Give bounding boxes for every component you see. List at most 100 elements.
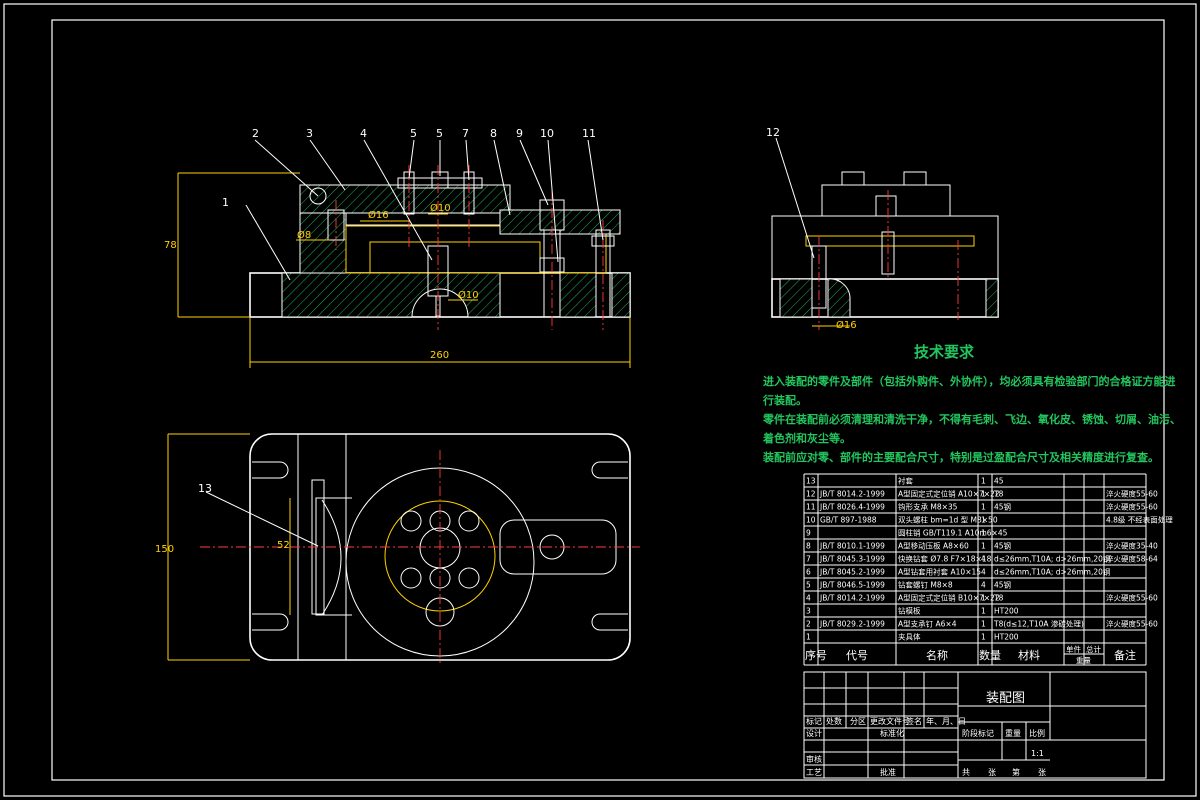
bom-row-name: 钩形支承 M8×35: [898, 502, 958, 512]
bom-header-weight: 重量: [1076, 656, 1092, 665]
bom-row-no: 3: [806, 607, 811, 616]
tb-sheet-of: 张: [988, 768, 996, 777]
bom-row-note: 淬火硬度55-60: [1106, 593, 1158, 603]
bom-row-qty: 1: [981, 633, 986, 642]
bom-row-no: 12: [806, 490, 816, 499]
tb-page: 第: [1012, 767, 1020, 777]
bom-row-note: 淬火硬度55-60: [1106, 502, 1158, 512]
tb-page-of: 张: [1038, 768, 1046, 777]
bom-row-name: A型支承钉 A6×4: [898, 619, 957, 629]
bom-row-name: 夹具体: [898, 632, 921, 642]
balloon-4: 4: [360, 127, 367, 140]
bom-row-material: HT200: [994, 607, 1019, 616]
balloon-8: 8: [490, 127, 497, 140]
tech-line-2: 行装配。: [762, 393, 807, 407]
bom-row-no: 5: [806, 581, 811, 590]
bom-header-note: 备注: [1114, 648, 1136, 662]
inner-frame: [51, 19, 1165, 781]
bom-row-code: JB/T 8045.3-1999: [819, 555, 885, 564]
bom-row-code: JB/T 8045.2-1999: [819, 568, 885, 577]
tb-drawing-name: 装配图: [986, 691, 1025, 706]
bom-row-material: d≤26mm,T10A; d>26mm,20钢: [994, 567, 1110, 577]
bom-header-name: 名称: [926, 648, 948, 662]
bom-row-note: 淬火硬度55-60: [1106, 489, 1158, 499]
balloon-3: 3: [306, 127, 313, 140]
bom-row-qty: 4: [981, 555, 986, 564]
dim-side-d: Ø16: [836, 319, 857, 331]
bom-row-material: 45钢: [994, 541, 1011, 551]
bom-row-no: 8: [806, 542, 811, 551]
dim-front-d2: Ø10: [430, 202, 451, 214]
side-view: Ø16: [771, 137, 999, 331]
tb-weight: 重量: [1005, 728, 1021, 738]
bom-row-qty: 4: [981, 581, 986, 590]
bom-header-unit: 单件: [1066, 644, 1082, 654]
bom-row-material: 45: [994, 477, 1004, 486]
balloon-7: 7: [462, 127, 469, 140]
bom-row-qty: 1: [981, 620, 986, 629]
title-block: 装配图 标记 处数 分区 更改文件号 签名 年、月、日 设计 标准化 审核 工艺…: [803, 671, 1147, 779]
bom-row-note: 淬火硬度58-64: [1106, 554, 1158, 564]
tb-scale: 比例: [1029, 728, 1045, 738]
bom-header-material: 材料: [1018, 648, 1040, 662]
bom-row-code: JB/T 8014.2-1999: [819, 490, 885, 499]
balloon-13: 13: [198, 482, 212, 495]
bom-row-note: 淬火硬度55-60: [1106, 619, 1158, 629]
bom-row-code: JB/T 8026.4-1999: [819, 503, 885, 512]
tb-count: 处数: [826, 716, 842, 726]
bom-row-no: 13: [806, 477, 816, 486]
bom-header-total: 总计: [1086, 644, 1102, 654]
bom-row-no: 4: [806, 594, 811, 603]
bom-row-qty: 1: [981, 594, 986, 603]
tb-approve: 批准: [880, 767, 896, 777]
bom-row-material: T8: [993, 490, 1004, 499]
bom-table: 13 衬套 1 4512 JB/T 8014.2-1999 A型固定式定位销 A10×7×…: [803, 473, 1173, 666]
bom-row-material: d≤26mm,T10A; d>26mm,20钢: [994, 554, 1110, 564]
tech-line-4: 着色剂和灰尘等。: [762, 431, 851, 445]
bom-row-qty: 4: [981, 568, 986, 577]
tb-std: 标准化: [880, 728, 904, 738]
dim-front-d3: Ø8: [297, 229, 311, 241]
bom-row-name: 圆柱销 GB/T119.1 A10m6×45: [898, 528, 1008, 538]
balloon-2: 2: [252, 127, 259, 140]
bom-row-name: 钻模板: [898, 606, 921, 616]
bom-row-no: 7: [806, 555, 811, 564]
tb-process: 工艺: [806, 768, 822, 777]
tb-design: 设计: [806, 728, 822, 738]
bom-row-qty: 1: [981, 490, 986, 499]
bom-row-code: JB/T 8010.1-1999: [819, 542, 885, 551]
balloon-5a: 5: [410, 127, 417, 140]
outer-frame: [3, 3, 1197, 797]
bom-row-qty: 1: [981, 607, 986, 616]
bom-row-name: 快换钻套 Ø7.8 F7×18×18: [898, 554, 992, 564]
bom-header-code: 代号: [846, 649, 868, 662]
tb-stage: 阶段标记: [962, 728, 994, 738]
dim-plan-inner: 52: [277, 540, 290, 551]
tb-date: 年、月、日: [926, 716, 966, 726]
tech-title: 技术要求: [914, 343, 975, 361]
tb-check: 审核: [806, 754, 822, 764]
dim-front-d1: Ø16: [368, 209, 389, 221]
bom-row-code: JB/T 8046.5-1999: [819, 581, 885, 590]
tb-doc: 更改文件号: [870, 716, 910, 726]
balloon-10: 10: [540, 127, 554, 140]
bom-row-qty: 1: [981, 477, 986, 486]
bom-row-no: 11: [806, 503, 816, 512]
balloon-11: 11: [582, 127, 596, 140]
balloon-1: 1: [222, 196, 229, 209]
assembly-drawing: 78 260 Ø16 Ø10 Ø8 Ø10 1 2 3 4 5 5 7 8 9 …: [3, 3, 1197, 797]
bom-row-qty: 1: [981, 516, 986, 525]
plan-view: 150 52: [155, 433, 640, 665]
tb-total: 共: [962, 768, 970, 777]
front-view: 78 260 Ø16 Ø10 Ø8 Ø10: [164, 139, 631, 368]
bom-row-material: T8(d≤12,T10A 渗碳处理): [993, 619, 1084, 629]
bom-row-no: 9: [806, 529, 811, 538]
bom-header-qty: 数量: [979, 649, 1001, 662]
tb-sign: 签名: [906, 716, 922, 726]
bom-row-name: A型移动压板 A8×60: [898, 541, 969, 551]
bom-row-no: 1: [806, 633, 811, 642]
balloon-5b: 5: [436, 127, 443, 140]
bom-row-no: 10: [806, 516, 816, 525]
dim-front-d4: Ø10: [458, 289, 479, 301]
bom-row-qty: 1: [981, 542, 986, 551]
